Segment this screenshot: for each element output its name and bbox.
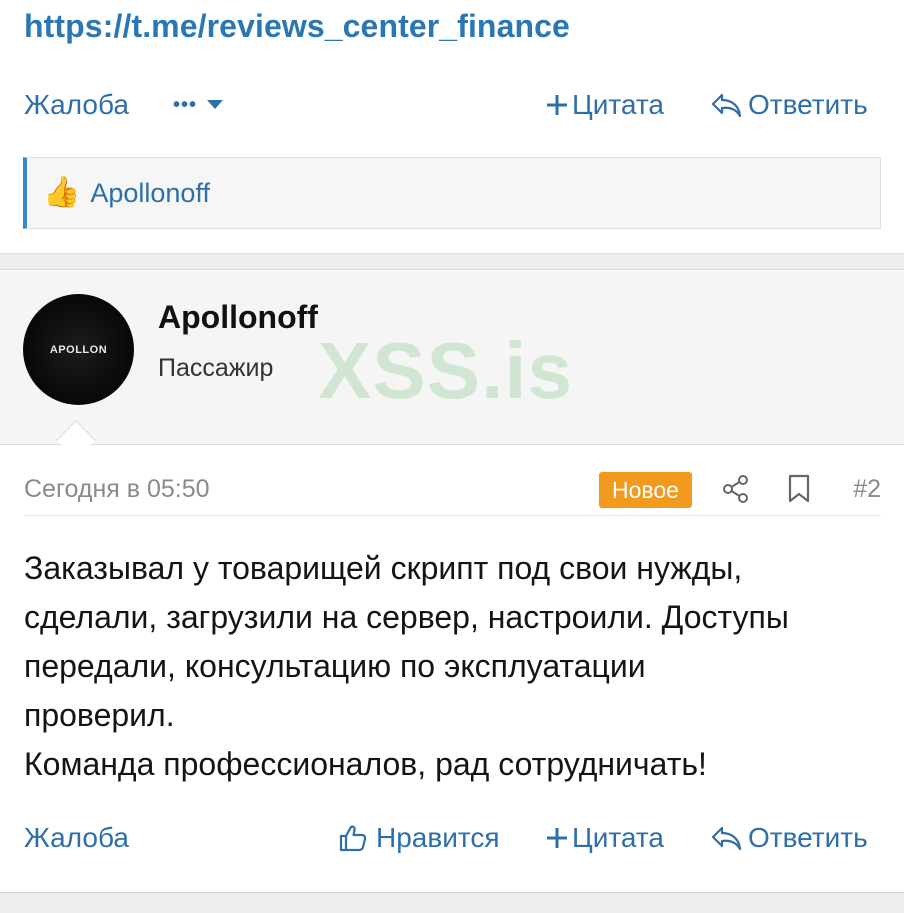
post-number[interactable]: #2 (853, 475, 881, 504)
thumbs-up-icon: 👍 (43, 176, 81, 209)
post-line: передали, консультацию по эксплуатации (24, 648, 646, 684)
post-line: Заказывал у товарищей скрипт под свои ну… (24, 550, 743, 586)
reply-button[interactable]: Ответить (710, 81, 868, 129)
quote-button[interactable]: Цитата (546, 814, 664, 862)
report-label: Жалоба (24, 89, 129, 120)
post-actions-bottom: Жалоба Нравится Цитата Ответить (0, 814, 904, 862)
reply-icon (711, 93, 742, 118)
quote-button[interactable]: Цитата (546, 81, 664, 129)
post-line: проверил. (24, 697, 175, 733)
post-line: Команда профессионалов, рад сотрудничать… (24, 746, 707, 782)
telegram-link[interactable]: https://t.me/reviews_center_finance (24, 8, 570, 45)
post-body: Заказывал у товарищей скрипт под свои ну… (24, 544, 884, 789)
quote-label: Цитата (572, 822, 664, 853)
avatar[interactable]: APOLLON (23, 294, 134, 405)
plus-icon (547, 95, 567, 115)
reply-button[interactable]: Ответить (710, 814, 868, 862)
post-bottom-divider (0, 892, 904, 913)
reactions-bar[interactable]: 👍 Apollonoff (23, 157, 881, 229)
reaction-user[interactable]: Apollonoff (90, 178, 210, 209)
like-button[interactable]: Нравится (338, 814, 500, 862)
share-icon[interactable] (722, 474, 750, 504)
more-label: ••• (173, 93, 198, 116)
post-line: сделали, загрузили на сервер, настроили.… (24, 599, 789, 635)
username[interactable]: Apollonoff (158, 299, 318, 336)
like-icon (339, 825, 367, 852)
report-label: Жалоба (24, 822, 129, 853)
report-link[interactable]: Жалоба (24, 814, 129, 862)
avatar-text: APOLLON (49, 343, 108, 356)
report-link[interactable]: Жалоба (24, 81, 129, 129)
bookmark-icon[interactable] (787, 474, 811, 504)
post-date[interactable]: Сегодня в 05:50 (24, 475, 210, 504)
reply-label: Ответить (748, 89, 868, 120)
chevron-down-icon (207, 100, 224, 109)
quote-label: Цитата (572, 89, 664, 120)
user-title: Пассажир (158, 354, 274, 382)
new-badge: Новое (599, 472, 692, 508)
post-actions-top: Жалоба ••• Цитата Ответить (0, 81, 904, 129)
plus-icon (547, 828, 567, 848)
post-separator (0, 253, 904, 270)
reply-icon (711, 826, 742, 851)
post-meta: Сегодня в 05:50 Новое #2 (24, 470, 881, 516)
more-menu-button[interactable]: ••• (173, 81, 225, 129)
watermark: XSS.is (318, 326, 574, 415)
like-label: Нравится (376, 822, 500, 853)
reply-label: Ответить (748, 822, 868, 853)
post-user-block: APOLLON Apollonoff Пассажир XSS.is (0, 271, 904, 445)
